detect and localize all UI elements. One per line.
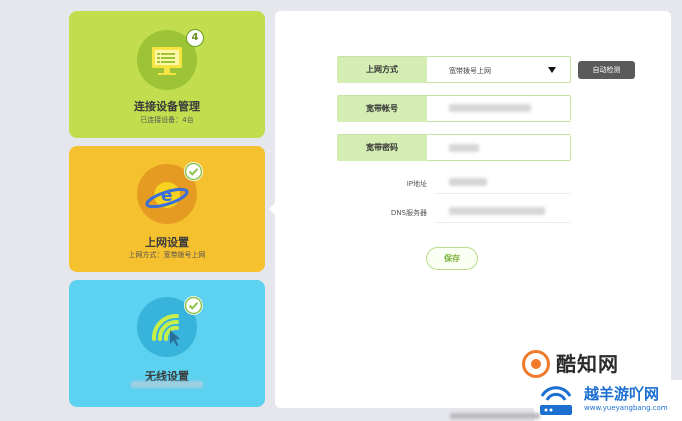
check-icon xyxy=(184,162,203,181)
connection-type-label: 上网方式 xyxy=(337,57,427,83)
check-icon xyxy=(184,296,203,315)
card-subtitle: 已连接设备：4台 xyxy=(140,116,194,124)
watermark-text: 越羊游吖网 xyxy=(584,385,660,403)
connection-type-value: 宽带拨号上网 xyxy=(449,67,491,75)
ip-label: IP地址 xyxy=(406,180,427,188)
redacted-account-value xyxy=(449,104,531,112)
redacted-subtitle xyxy=(131,381,203,388)
dns-label: DNS服务器 xyxy=(390,209,427,217)
watermark-logo: 酷知网 xyxy=(522,344,664,384)
divider xyxy=(435,193,571,194)
device-count-badge: 4 xyxy=(186,29,204,47)
watermark-logo-2: 越羊游吖网 www.yueyangbang.com xyxy=(534,380,682,421)
redacted-password-value xyxy=(449,144,479,152)
save-button[interactable]: 保存 xyxy=(426,247,478,270)
brand-logo-icon xyxy=(522,350,550,378)
auto-detect-button[interactable]: 自动检测 xyxy=(578,61,635,79)
watermark-url: www.yueyangbang.com xyxy=(584,404,668,412)
redacted-version-text xyxy=(450,413,540,419)
card-title: 连接设备管理 xyxy=(134,100,200,113)
internet-settings-card[interactable]: e 上网设置 上网方式：宽带拨号上网 xyxy=(69,146,265,272)
redacted-ip-value xyxy=(449,178,487,186)
connected-devices-card[interactable]: 4 连接设备管理 已连接设备：4台 xyxy=(69,11,265,138)
watermark-text: 酷知网 xyxy=(556,352,619,376)
card-subtitle: 上网方式：宽带拨号上网 xyxy=(128,251,206,259)
account-label: 宽带帐号 xyxy=(337,96,427,122)
card-title: 上网设置 xyxy=(145,236,189,249)
chevron-down-icon[interactable] xyxy=(548,67,556,73)
svg-text:e: e xyxy=(161,186,173,206)
wireless-settings-card[interactable]: 无线设置 xyxy=(69,280,265,407)
divider xyxy=(435,222,571,223)
password-label: 宽带密码 xyxy=(337,135,427,161)
redacted-dns-value xyxy=(449,207,545,215)
router-logo-icon xyxy=(540,386,572,415)
